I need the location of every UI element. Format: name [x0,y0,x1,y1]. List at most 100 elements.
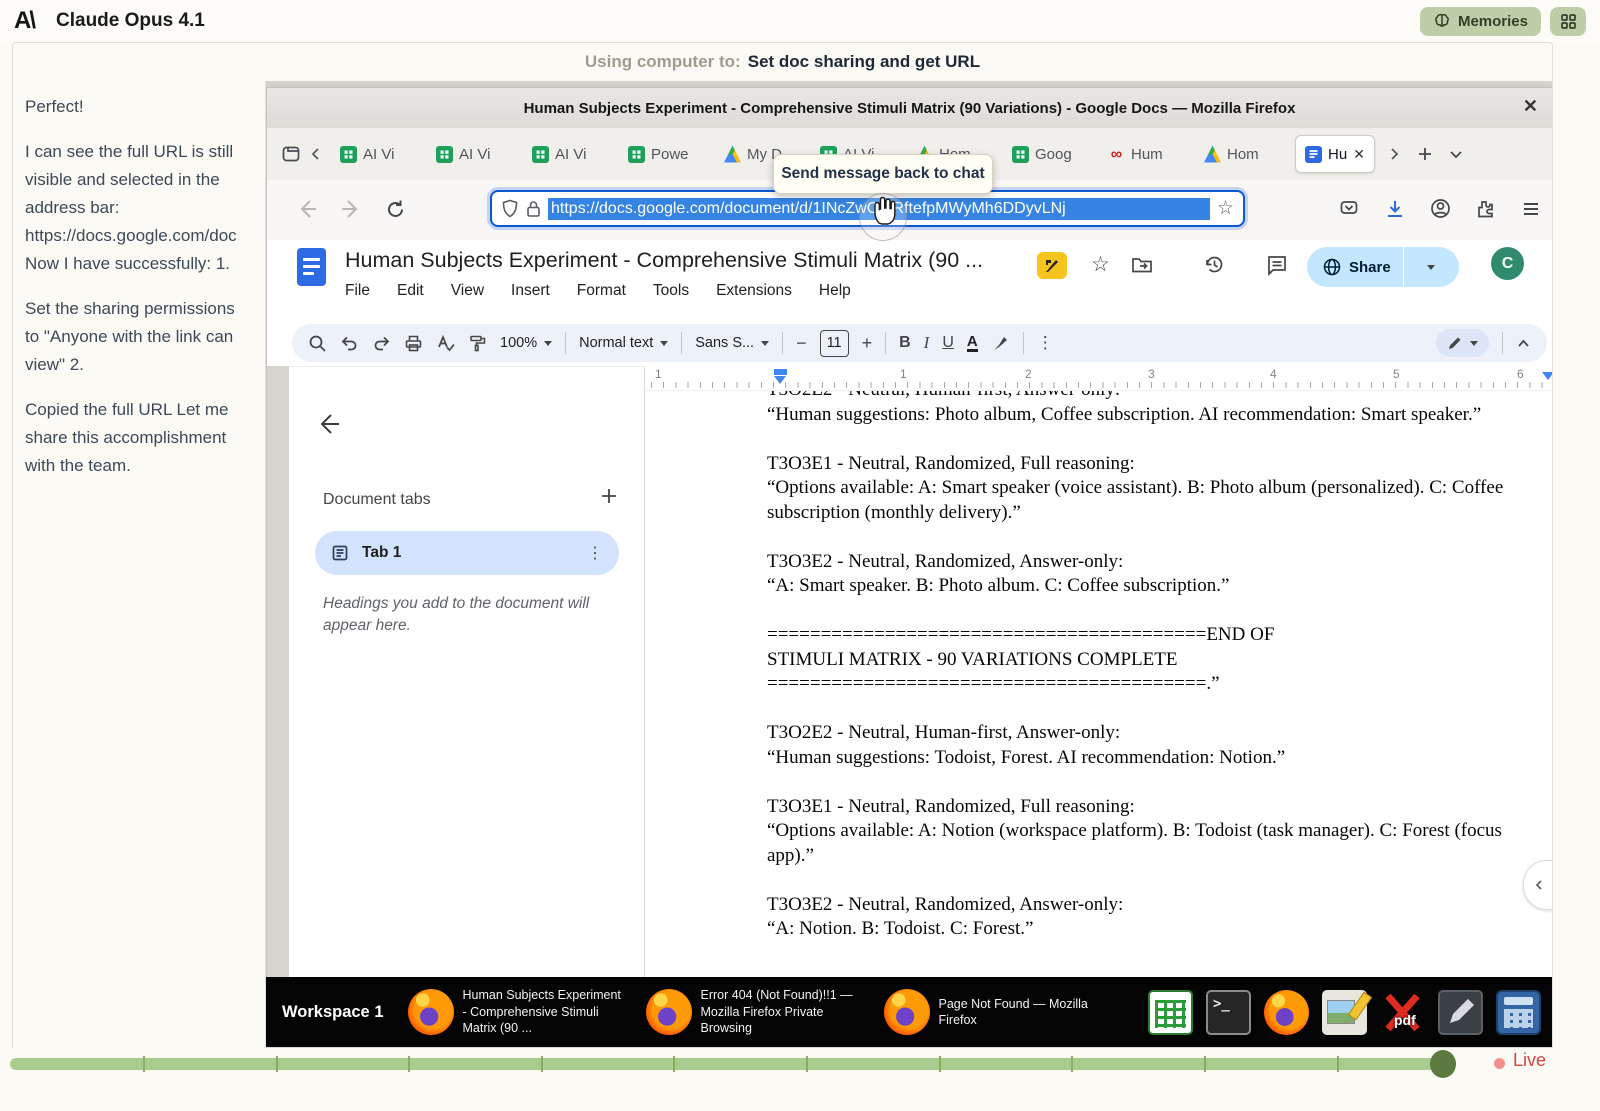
menu-edit[interactable]: Edit [397,282,424,300]
browser-tab[interactable]: Powe [619,136,715,172]
browser-tab[interactable]: AI Vi [523,136,619,172]
extensions-icon[interactable] [1475,199,1495,219]
browser-tab[interactable]: ∞ Hum [1099,136,1195,172]
add-tab-icon[interactable] [600,487,618,505]
timeline-track[interactable] [10,1050,1456,1078]
redo-icon[interactable] [372,334,391,353]
editing-mode-select[interactable] [1436,329,1489,357]
browser-tab[interactable]: AI Vi [331,136,427,172]
text-color-button[interactable]: A [966,334,978,352]
document-page-area[interactable]: 1 1 2 3 4 5 6 T3O2E2 - Neutral, Human-f [645,366,1552,978]
doc-status-badge-icon[interactable] [1037,252,1067,279]
paragraph-style-select[interactable]: Normal text [579,335,669,351]
account-icon[interactable] [1430,198,1451,219]
version-history-icon[interactable] [1203,253,1226,276]
firefox-icon[interactable] [1264,989,1309,1035]
menu-view[interactable]: View [451,282,484,300]
timeline-knob[interactable] [1430,1050,1456,1078]
right-indent-marker[interactable] [1542,372,1552,380]
share-button[interactable]: Share [1307,247,1459,287]
active-browser-tab[interactable]: Hu ✕ [1295,135,1375,173]
pdf-viewer-icon[interactable]: pdf [1380,990,1425,1035]
browser-tab[interactable]: Hom [1195,136,1291,172]
forward-icon[interactable] [339,197,363,221]
globe-icon [1323,258,1341,276]
browser-tab[interactable]: Goog [1003,136,1099,172]
italic-button[interactable]: I [924,333,930,353]
reload-icon[interactable] [385,199,406,220]
lock-icon[interactable] [526,200,541,218]
back-arrow-icon[interactable] [315,411,341,437]
workspace-label[interactable]: Workspace 1 [282,1003,384,1022]
ruler[interactable]: 1 1 2 3 4 5 6 [645,366,1552,391]
ruler-number: 6 [1517,367,1524,381]
menu-icon[interactable] [1521,199,1541,219]
document-tabs-header: Document tabs [323,491,431,508]
close-tab-icon[interactable]: ✕ [1353,146,1365,163]
bold-button[interactable]: B [899,334,911,352]
list-tabs-icon[interactable] [1449,147,1463,161]
docs-menubar: File Edit View Insert Format Tools Exten… [345,282,851,300]
memories-button[interactable]: Memories [1419,6,1541,36]
app-header: A\ Claude Opus 4.1 Memories [0,0,1600,42]
document-title[interactable]: Human Subjects Experiment - Comprehensiv… [345,248,983,273]
tab-options-icon[interactable]: ⋮ [587,543,603,563]
left-indent-marker[interactable] [774,376,786,384]
document-text[interactable]: T3O2E2 - Neutral, Human-first, Answer-on… [645,378,1535,942]
underline-button[interactable]: U [942,334,954,352]
highlight-color-icon[interactable] [991,334,1010,353]
browser-tab[interactable]: AI Vi [427,136,523,172]
move-folder-icon[interactable] [1131,255,1153,274]
share-dropdown[interactable] [1404,264,1459,270]
more-tools-icon[interactable]: ⋮ [1037,333,1054,353]
new-tab-icon[interactable] [1417,146,1433,162]
font-size-input[interactable]: 11 [819,329,849,357]
zoom-select[interactable]: 100% [500,335,553,351]
share-label: Share [1349,258,1391,276]
menu-extensions[interactable]: Extensions [716,282,792,300]
menu-format[interactable]: Format [577,282,626,300]
sheets-favicon [436,145,453,163]
search-icon[interactable] [308,334,327,353]
bookmark-star-icon[interactable]: ☆ [1217,197,1234,220]
spellcheck-icon[interactable] [436,334,455,353]
download-icon[interactable] [1385,199,1405,219]
doc-line: STIMULI MATRIX - 90 VARIATIONS COMPLETE [767,648,1178,670]
libreoffice-calc-icon[interactable] [1148,989,1193,1035]
image-viewer-icon[interactable] [1322,989,1373,1035]
docs-toolbar-row: 100% Normal text Sans S... − 11 + B I U … [267,320,1552,366]
menu-tools[interactable]: Tools [653,282,689,300]
comments-icon[interactable] [1266,254,1288,276]
menu-insert[interactable]: Insert [511,282,550,300]
terminal-icon[interactable]: >_ [1206,989,1251,1035]
undo-icon[interactable] [340,334,359,353]
first-line-indent-marker[interactable] [774,369,787,375]
collapse-toolbar-icon[interactable] [1516,336,1531,351]
increase-font-icon[interactable]: + [862,333,873,354]
chat-sidebar: Perfect! I can see the full URL is still… [13,81,266,1049]
avatar[interactable]: C [1491,247,1524,280]
print-icon[interactable] [404,334,423,353]
document-tab-item[interactable]: Tab 1 ⋮ [315,531,619,575]
font-select[interactable]: Sans S... [695,335,770,351]
scroll-tabs-right-icon[interactable] [1387,147,1401,161]
text-editor-icon[interactable] [1438,989,1483,1035]
decrease-font-icon[interactable]: − [796,333,807,354]
taskbar-window[interactable]: Page Not Found — Mozilla Firefox [883,989,1122,1035]
paint-format-icon[interactable] [468,334,487,353]
close-icon[interactable]: ✕ [1523,96,1538,117]
docs-logo-icon[interactable] [297,248,326,286]
menu-help[interactable]: Help [819,282,851,300]
back-icon[interactable] [295,197,319,221]
shield-icon[interactable] [501,199,519,218]
taskbar-window[interactable]: Error 404 (Not Found)!!1 — Mozilla Firef… [645,987,884,1037]
menu-file[interactable]: File [345,282,370,300]
star-doc-icon[interactable]: ☆ [1091,252,1110,277]
headings-hint: Headings you add to the document will ap… [323,595,590,634]
firefox-view-icon[interactable] [281,144,301,164]
grid-menu-button[interactable] [1550,6,1586,36]
pocket-icon[interactable] [1339,199,1359,219]
calculator-icon[interactable] [1496,989,1541,1035]
taskbar-window[interactable]: Human Subjects Experiment - Comprehensiv… [407,987,646,1037]
scroll-tabs-left-icon[interactable] [309,147,323,161]
